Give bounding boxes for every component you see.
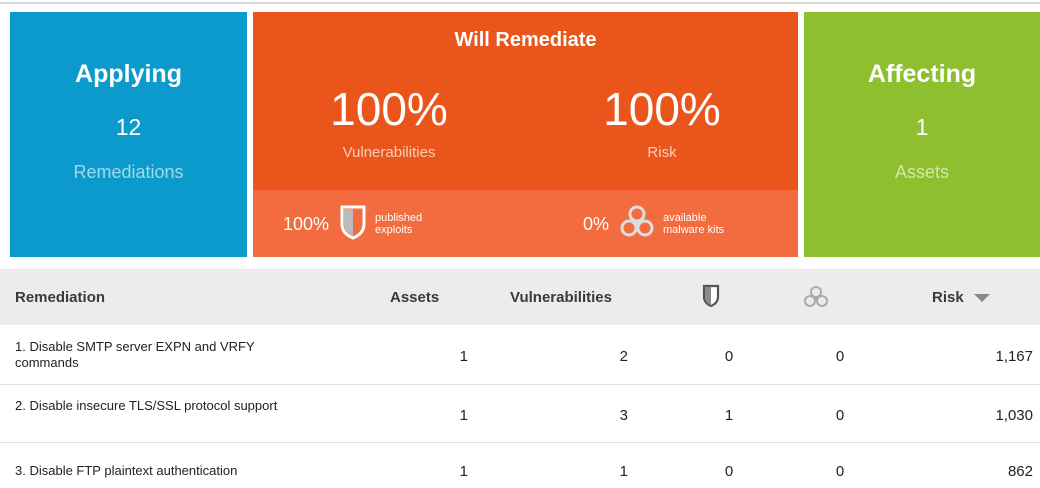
- applying-card: Applying 12 Remediations: [10, 12, 247, 257]
- malware-cell: 0: [835, 407, 845, 424]
- risk-label: Risk: [647, 144, 677, 161]
- header-malware[interactable]: [803, 285, 829, 313]
- will-remediate-stats-bar: 100% published exploits 0% available mal…: [253, 190, 798, 257]
- header-risk[interactable]: Risk: [932, 289, 990, 306]
- header-exploits[interactable]: [702, 284, 720, 312]
- remediation-name-line2: commands: [15, 355, 79, 370]
- vulnerabilities-percent: 100%: [330, 83, 448, 135]
- malware-cell: 0: [835, 348, 845, 365]
- assets-cell: 1: [459, 463, 468, 480]
- exploits-stat: 100% published exploits: [283, 204, 422, 244]
- biohazard-icon: [803, 286, 829, 313]
- exploits-cell: 0: [724, 463, 734, 480]
- malware-label-line2: malware kits: [663, 224, 725, 236]
- affecting-card: Affecting 1 Assets: [804, 12, 1040, 257]
- malware-cell: 0: [835, 463, 845, 480]
- affecting-title: Affecting: [867, 60, 977, 88]
- malware-stat: 0% available malware kits: [583, 204, 724, 244]
- remediation-name-line1: 1. Disable SMTP server EXPN and VRFY: [15, 339, 255, 354]
- risk-cell: 1,167: [995, 348, 1033, 365]
- vulnerabilities-label: Vulnerabilities: [342, 144, 436, 161]
- risk-cell: 1,030: [995, 407, 1033, 424]
- exploits-percent: 100%: [283, 213, 330, 234]
- vulnerabilities-cell: 1: [619, 463, 628, 480]
- biohazard-icon: [619, 204, 655, 245]
- sort-desc-caret-icon: [973, 294, 990, 303]
- applying-label: Remediations: [73, 162, 184, 182]
- applying-title: Applying: [75, 60, 182, 88]
- exploits-label-line2: exploits: [375, 224, 413, 236]
- assets-cell: 1: [459, 407, 468, 424]
- exploits-cell: 1: [724, 407, 734, 424]
- shield-icon: [339, 204, 367, 245]
- header-risk-label: Risk: [932, 289, 964, 306]
- header-remediation[interactable]: Remediation: [15, 289, 105, 306]
- exploits-cell: 0: [724, 348, 734, 365]
- table-row[interactable]: 2. Disable insecure TLS/SSL protocol sup…: [0, 385, 1040, 443]
- table-row[interactable]: 1. Disable SMTP server EXPN and VRFY com…: [0, 326, 1040, 385]
- remediation-name[interactable]: 1. Disable SMTP server EXPN and VRFY com…: [15, 339, 345, 371]
- affecting-count: 1: [915, 114, 929, 140]
- will-remediate-card: Will Remediate 100% Vulnerabilities 100%…: [253, 12, 798, 257]
- vulnerabilities-cell: 3: [619, 407, 628, 424]
- header-vulnerabilities[interactable]: Vulnerabilities: [510, 289, 612, 306]
- exploits-label: published exploits: [375, 212, 422, 236]
- remediation-name[interactable]: 3. Disable FTP plaintext authentication: [15, 463, 345, 479]
- risk-cell: 862: [1007, 463, 1033, 480]
- malware-label-line1: available: [663, 212, 707, 224]
- applying-count: 12: [115, 114, 142, 140]
- header-assets[interactable]: Assets: [390, 289, 439, 306]
- remediation-name[interactable]: 2. Disable insecure TLS/SSL protocol sup…: [15, 398, 345, 414]
- malware-label: available malware kits: [663, 212, 724, 236]
- exploits-label-line1: published: [375, 212, 423, 224]
- vulnerabilities-cell: 2: [619, 348, 628, 365]
- will-remediate-title: Will Remediate: [454, 29, 597, 51]
- shield-icon: [702, 284, 720, 312]
- table-row[interactable]: 3. Disable FTP plaintext authentication …: [0, 443, 1040, 487]
- malware-percent: 0%: [583, 213, 610, 234]
- risk-percent: 100%: [603, 83, 721, 135]
- top-divider: [0, 2, 1040, 4]
- assets-cell: 1: [459, 348, 468, 365]
- affecting-label: Assets: [894, 162, 950, 182]
- table-header: Remediation Assets Vulnerabilities Risk: [0, 269, 1040, 325]
